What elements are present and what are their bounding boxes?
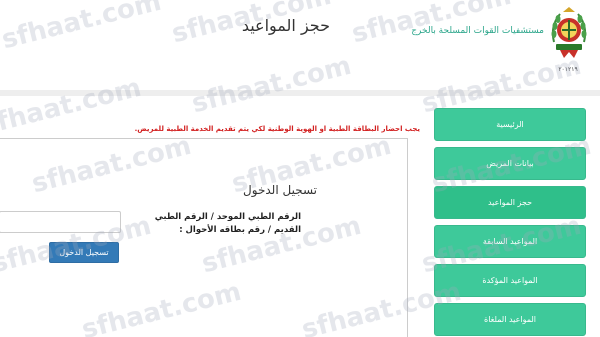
hospital-name: مستشفيات القوات المسلحة بالخرج [411,26,544,36]
medical-number-input[interactable] [0,211,121,233]
login-title: تسجيل الدخول [243,183,317,197]
logo-icon [551,7,587,58]
sidebar-item-confirmed-appointments[interactable]: المواعيد المؤكدة [434,264,586,297]
medical-number-label: الرقم الطبي الموحد / الرقم الطبي القديم … [154,212,301,235]
sidebar: الرئيسية بيانات المريض حجز المواعيد المو… [434,108,586,337]
header: ٢٠١٢١٩ مستشفيات القوات المسلحة بالخرج حج… [0,0,600,90]
sidebar-item-cancelled-appointments[interactable]: المواعيد الملغاة [434,303,586,336]
page-title: حجز المواعيد [241,16,330,35]
sidebar-item-home[interactable]: الرئيسية [434,108,586,141]
logo-date: ٢٠١٢١٩ [558,66,578,73]
login-button[interactable]: تسجيل الدخول [49,242,119,263]
login-panel: تسجيل الدخول الرقم الطبي الموحد / الرقم … [0,138,408,337]
sidebar-item-book-appointment[interactable]: حجز المواعيد [434,186,586,219]
page: ٢٠١٢١٩ مستشفيات القوات المسلحة بالخرج حج… [0,0,600,337]
warning-message: يجب احضار البطاقة الطبية او الهوية الوطن… [134,125,420,133]
header-divider [0,90,600,96]
sidebar-item-previous-appointments[interactable]: المواعيد السابقة [434,225,586,258]
sidebar-item-patient-data[interactable]: بيانات المريض [434,147,586,180]
